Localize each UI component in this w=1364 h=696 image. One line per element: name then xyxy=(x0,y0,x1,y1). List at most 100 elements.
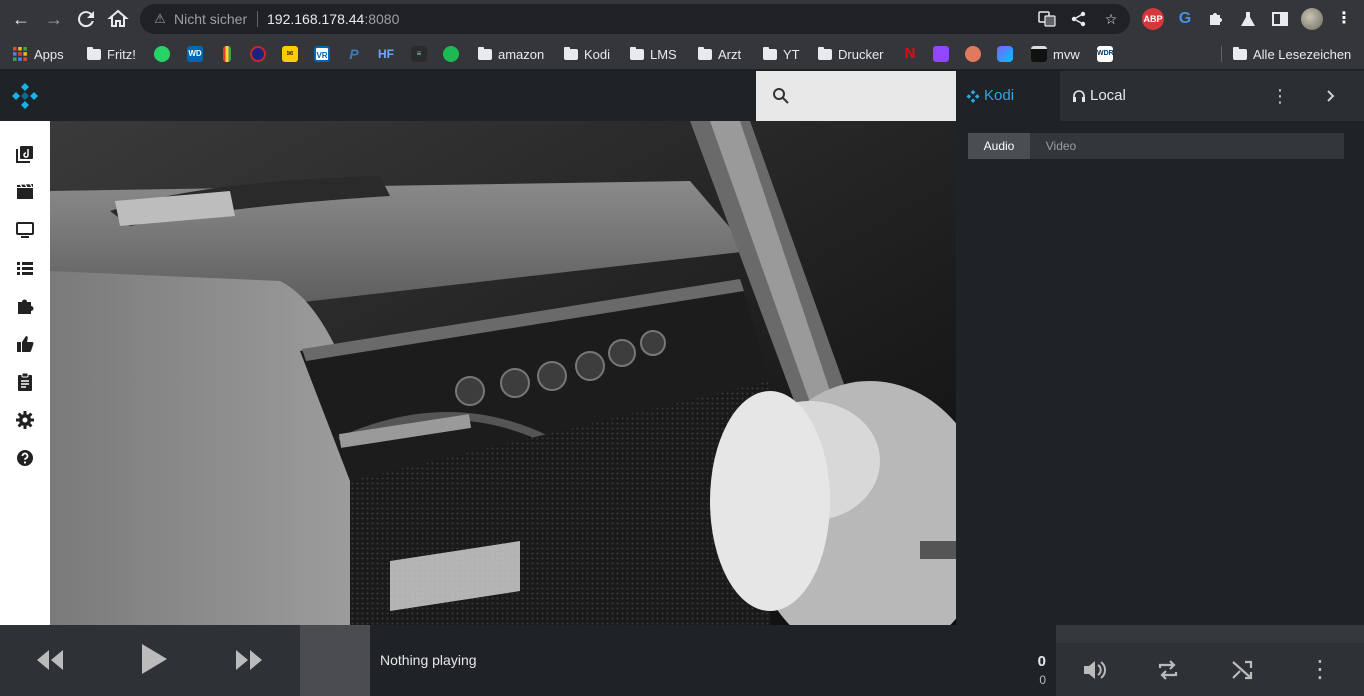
bookmark-yt[interactable]: YT xyxy=(763,44,800,64)
apps-grid-icon xyxy=(13,47,27,61)
folder-icon xyxy=(564,46,578,60)
sidepanel-icon[interactable] xyxy=(1269,8,1291,30)
browser-toolbar: ← → ⚠ Nicht sicher 192.168.178.44:8080 ☆… xyxy=(0,0,1364,38)
clapper-icon xyxy=(1031,46,1047,62)
bookmark-hf[interactable]: HF xyxy=(378,44,394,64)
bookmark-lms[interactable]: LMS xyxy=(630,44,677,64)
warning-icon[interactable]: ⚠ xyxy=(152,11,168,27)
bookmark-fritz[interactable]: Fritz! xyxy=(87,44,136,64)
bookmark-post[interactable]: ✉ xyxy=(282,44,298,64)
folder-icon xyxy=(818,46,832,60)
movies-icon[interactable] xyxy=(15,182,35,202)
player-controls-right: ⋮ xyxy=(1056,625,1364,696)
search-input[interactable] xyxy=(756,71,956,121)
forward-icon[interactable]: → xyxy=(42,7,66,31)
folder-icon xyxy=(478,46,492,60)
bookmark-app2[interactable] xyxy=(997,44,1013,64)
bookmark-bar[interactable] xyxy=(219,44,231,64)
bookmark-mvw[interactable]: mvw xyxy=(1031,44,1080,64)
lab-icon[interactable] xyxy=(1237,8,1259,30)
tab-local[interactable]: Local xyxy=(1060,71,1180,121)
thumbs-up-icon[interactable] xyxy=(15,334,35,354)
bookmark-amazon[interactable]: amazon xyxy=(478,44,544,64)
url-text[interactable]: 192.168.178.44:8080 xyxy=(267,11,399,27)
media-tabs: Audio Video xyxy=(968,133,1344,159)
bookmark-wd[interactable]: WD xyxy=(187,44,203,64)
not-secure-label[interactable]: Nicht sicher xyxy=(174,11,247,27)
bookmark-label: Fritz! xyxy=(107,46,136,62)
tab-kodi-label: Kodi xyxy=(984,87,1015,104)
playlist-tabs: Kodi Local ⋮ xyxy=(956,71,1364,121)
bookmark-spotify[interactable] xyxy=(443,44,459,64)
bookmark-label: Drucker xyxy=(838,46,884,62)
bookmark-bank[interactable]: VR xyxy=(314,44,330,64)
post-icon: ✉ xyxy=(282,46,298,62)
tab-audio[interactable]: Audio xyxy=(968,133,1030,159)
bookmark-paypal[interactable]: P xyxy=(346,44,362,64)
bookmark-star-icon[interactable]: ☆ xyxy=(1102,10,1120,28)
bookmark-app[interactable] xyxy=(965,44,981,64)
bookmarks-divider xyxy=(1221,46,1222,62)
whatsapp-icon xyxy=(154,46,170,62)
home-icon[interactable] xyxy=(106,7,130,31)
bookmark-label: Kodi xyxy=(584,46,611,62)
back-icon[interactable]: ← xyxy=(9,7,33,31)
profile-avatar[interactable] xyxy=(1301,8,1323,30)
more-vert-icon[interactable]: ⋮ xyxy=(1270,86,1290,106)
hf-icon: HF xyxy=(378,47,394,61)
bookmark-slider[interactable]: ≡ xyxy=(411,44,427,64)
puzzle-icon[interactable] xyxy=(1205,8,1227,30)
rewind-button[interactable] xyxy=(33,644,65,676)
tv-icon[interactable] xyxy=(15,220,35,240)
playlist-panel: Audio Video xyxy=(956,121,1364,625)
addons-icon[interactable] xyxy=(15,296,35,316)
bookmark-circle[interactable] xyxy=(250,44,266,64)
address-bar[interactable]: ⚠ Nicht sicher 192.168.178.44:8080 ☆ xyxy=(140,4,1130,34)
bookmark-kodi[interactable]: Kodi xyxy=(564,44,610,64)
tab-video[interactable]: Video xyxy=(1030,133,1092,159)
bar-icon xyxy=(223,46,231,62)
circle-icon xyxy=(250,46,266,62)
bookmark-apps[interactable]: Apps xyxy=(12,44,64,64)
spotify-icon xyxy=(443,46,459,62)
reload-icon[interactable] xyxy=(74,7,98,31)
now-playing-thumbnail xyxy=(300,625,370,696)
tab-kodi[interactable]: Kodi xyxy=(956,71,1060,121)
headphones-icon xyxy=(1073,90,1085,102)
folder-icon xyxy=(763,46,777,60)
bookmark-netflix[interactable]: N xyxy=(902,44,918,64)
bookmark-arzt[interactable]: Arzt xyxy=(698,44,741,64)
browser-menu-icon[interactable]: ⋮ xyxy=(1333,8,1355,30)
bookmark-whatsapp[interactable] xyxy=(154,44,170,64)
bookmark-wdr[interactable]: WDR xyxy=(1097,44,1114,64)
progress-track[interactable] xyxy=(1056,625,1364,643)
folder-icon xyxy=(87,46,101,60)
kodi-logo[interactable] xyxy=(10,81,40,111)
fast-forward-button[interactable] xyxy=(234,644,266,676)
bookmark-twitch[interactable] xyxy=(933,44,949,64)
grammar-icon[interactable]: G xyxy=(1174,8,1196,30)
wd-icon: WD xyxy=(187,46,203,62)
player-menu-icon[interactable]: ⋮ xyxy=(1308,655,1332,685)
bookmark-label: Apps xyxy=(34,46,64,62)
playlist-icon[interactable] xyxy=(15,258,35,278)
music-library-icon[interactable] xyxy=(15,144,35,164)
kodi-small-icon xyxy=(966,89,980,103)
folder-icon xyxy=(1233,46,1247,60)
translate-icon[interactable] xyxy=(1038,10,1056,28)
help-icon[interactable] xyxy=(15,448,35,468)
share-icon[interactable] xyxy=(1070,10,1088,28)
chevron-right-icon[interactable] xyxy=(1320,86,1340,106)
shuffle-icon[interactable] xyxy=(1230,657,1256,683)
volume-icon[interactable] xyxy=(1081,657,1107,683)
bookmark-all[interactable]: Alle Lesezeichen xyxy=(1233,44,1351,64)
bookmark-drucker[interactable]: Drucker xyxy=(818,44,884,64)
bookmark-label: Arzt xyxy=(718,46,742,62)
settings-icon[interactable] xyxy=(15,410,35,430)
app2-icon xyxy=(997,46,1013,62)
clipboard-icon[interactable] xyxy=(15,372,35,392)
repeat-icon[interactable] xyxy=(1155,657,1181,683)
play-button[interactable] xyxy=(135,641,171,677)
bank-icon: VR xyxy=(314,46,330,62)
adblock-icon[interactable]: ABP xyxy=(1142,8,1164,30)
